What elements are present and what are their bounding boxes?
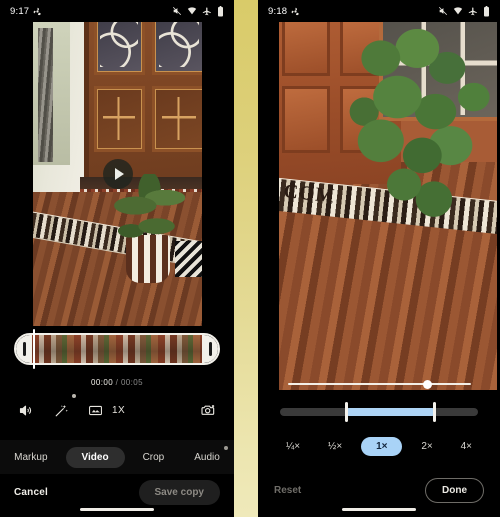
- status-bar-left: 9:18: [268, 6, 300, 17]
- status-bar: 9:17: [0, 0, 234, 22]
- playhead[interactable]: [33, 329, 35, 369]
- mute-vibrate-icon: [172, 6, 182, 16]
- volume-icon[interactable]: [18, 403, 33, 418]
- gesture-bar[interactable]: [80, 508, 154, 511]
- current-time: 00:00: [91, 378, 114, 387]
- editor-tab-bar: Markup Video Crop Audio: [0, 440, 234, 474]
- cancel-button[interactable]: Cancel: [14, 487, 48, 498]
- playback-progress-slider[interactable]: [288, 378, 471, 390]
- trim-start-handle[interactable]: [16, 335, 32, 363]
- battery-icon: [483, 5, 490, 17]
- right-phone-screen: 9:18 COM: [258, 0, 500, 517]
- trim-end-handle[interactable]: [202, 335, 218, 363]
- status-bar-right: [172, 5, 224, 17]
- video-preview[interactable]: COM: [279, 22, 497, 390]
- export-frame-icon[interactable]: [200, 402, 216, 418]
- screenshot-stage: 9:17 00:00 / 00:05 1X Markup Video Crop …: [0, 0, 500, 517]
- app-badge-icon: [291, 7, 300, 16]
- video-tool-row: 1X: [0, 393, 234, 425]
- editor-action-bar: Cancel Save copy: [0, 476, 234, 508]
- status-bar: 9:18: [258, 0, 500, 22]
- status-bar-left: 9:17: [10, 6, 42, 17]
- speed-button[interactable]: 1X: [112, 405, 125, 416]
- status-time: 9:18: [268, 5, 288, 17]
- status-bar-right: [438, 5, 490, 17]
- airplane-mode-icon: [202, 6, 212, 16]
- play-button[interactable]: [103, 159, 133, 189]
- total-time: 00:05: [120, 378, 143, 387]
- tab-crop[interactable]: Crop: [131, 447, 177, 468]
- battery-icon: [217, 5, 224, 17]
- play-icon: [115, 168, 124, 180]
- time-separator: /: [113, 378, 121, 387]
- mute-vibrate-icon: [438, 6, 448, 16]
- wifi-icon: [453, 6, 463, 16]
- progress-knob[interactable]: [423, 379, 433, 389]
- video-frame-content: COM: [279, 22, 497, 390]
- progress-track: [288, 383, 471, 385]
- tab-video[interactable]: Video: [65, 446, 125, 468]
- left-phone-screen: 9:17 00:00 / 00:05 1X Markup Video Crop …: [0, 0, 234, 517]
- filmstrip-thumbnails: [32, 335, 202, 363]
- tab-markup[interactable]: Markup: [2, 447, 59, 468]
- tab-badge-dot: [224, 446, 228, 450]
- stabilize-icon[interactable]: [88, 403, 103, 418]
- wifi-icon: [187, 6, 197, 16]
- enhance-badge-dot: [72, 393, 76, 398]
- video-trimmer[interactable]: [14, 333, 220, 365]
- airplane-mode-icon: [468, 6, 478, 16]
- enhance-magic-wand-icon[interactable]: [54, 393, 76, 418]
- panel-separator: [234, 0, 258, 517]
- save-copy-button[interactable]: Save copy: [138, 479, 220, 505]
- status-time: 9:17: [10, 5, 30, 17]
- time-label: 00:00 / 00:05: [0, 378, 234, 387]
- app-badge-icon: [33, 7, 42, 16]
